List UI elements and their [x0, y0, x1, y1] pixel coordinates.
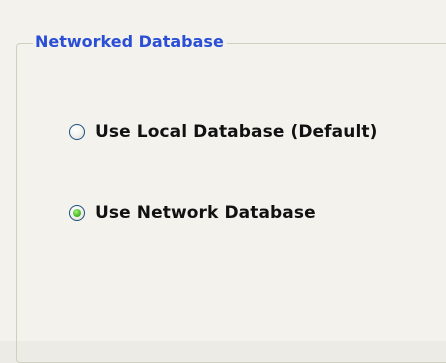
settings-panel: Networked Database Use Local Database (D… — [0, 0, 446, 363]
use-local-database-radio[interactable] — [69, 124, 85, 140]
use-network-database-option[interactable]: Use Network Database — [69, 203, 316, 223]
use-local-database-option[interactable]: Use Local Database (Default) — [69, 122, 377, 142]
groupbox-title: Networked Database — [33, 30, 227, 54]
use-network-database-radio[interactable] — [69, 205, 85, 221]
use-network-database-label[interactable]: Use Network Database — [95, 203, 316, 223]
radio-selected-dot — [73, 209, 81, 217]
use-local-database-label[interactable]: Use Local Database (Default) — [95, 122, 377, 142]
